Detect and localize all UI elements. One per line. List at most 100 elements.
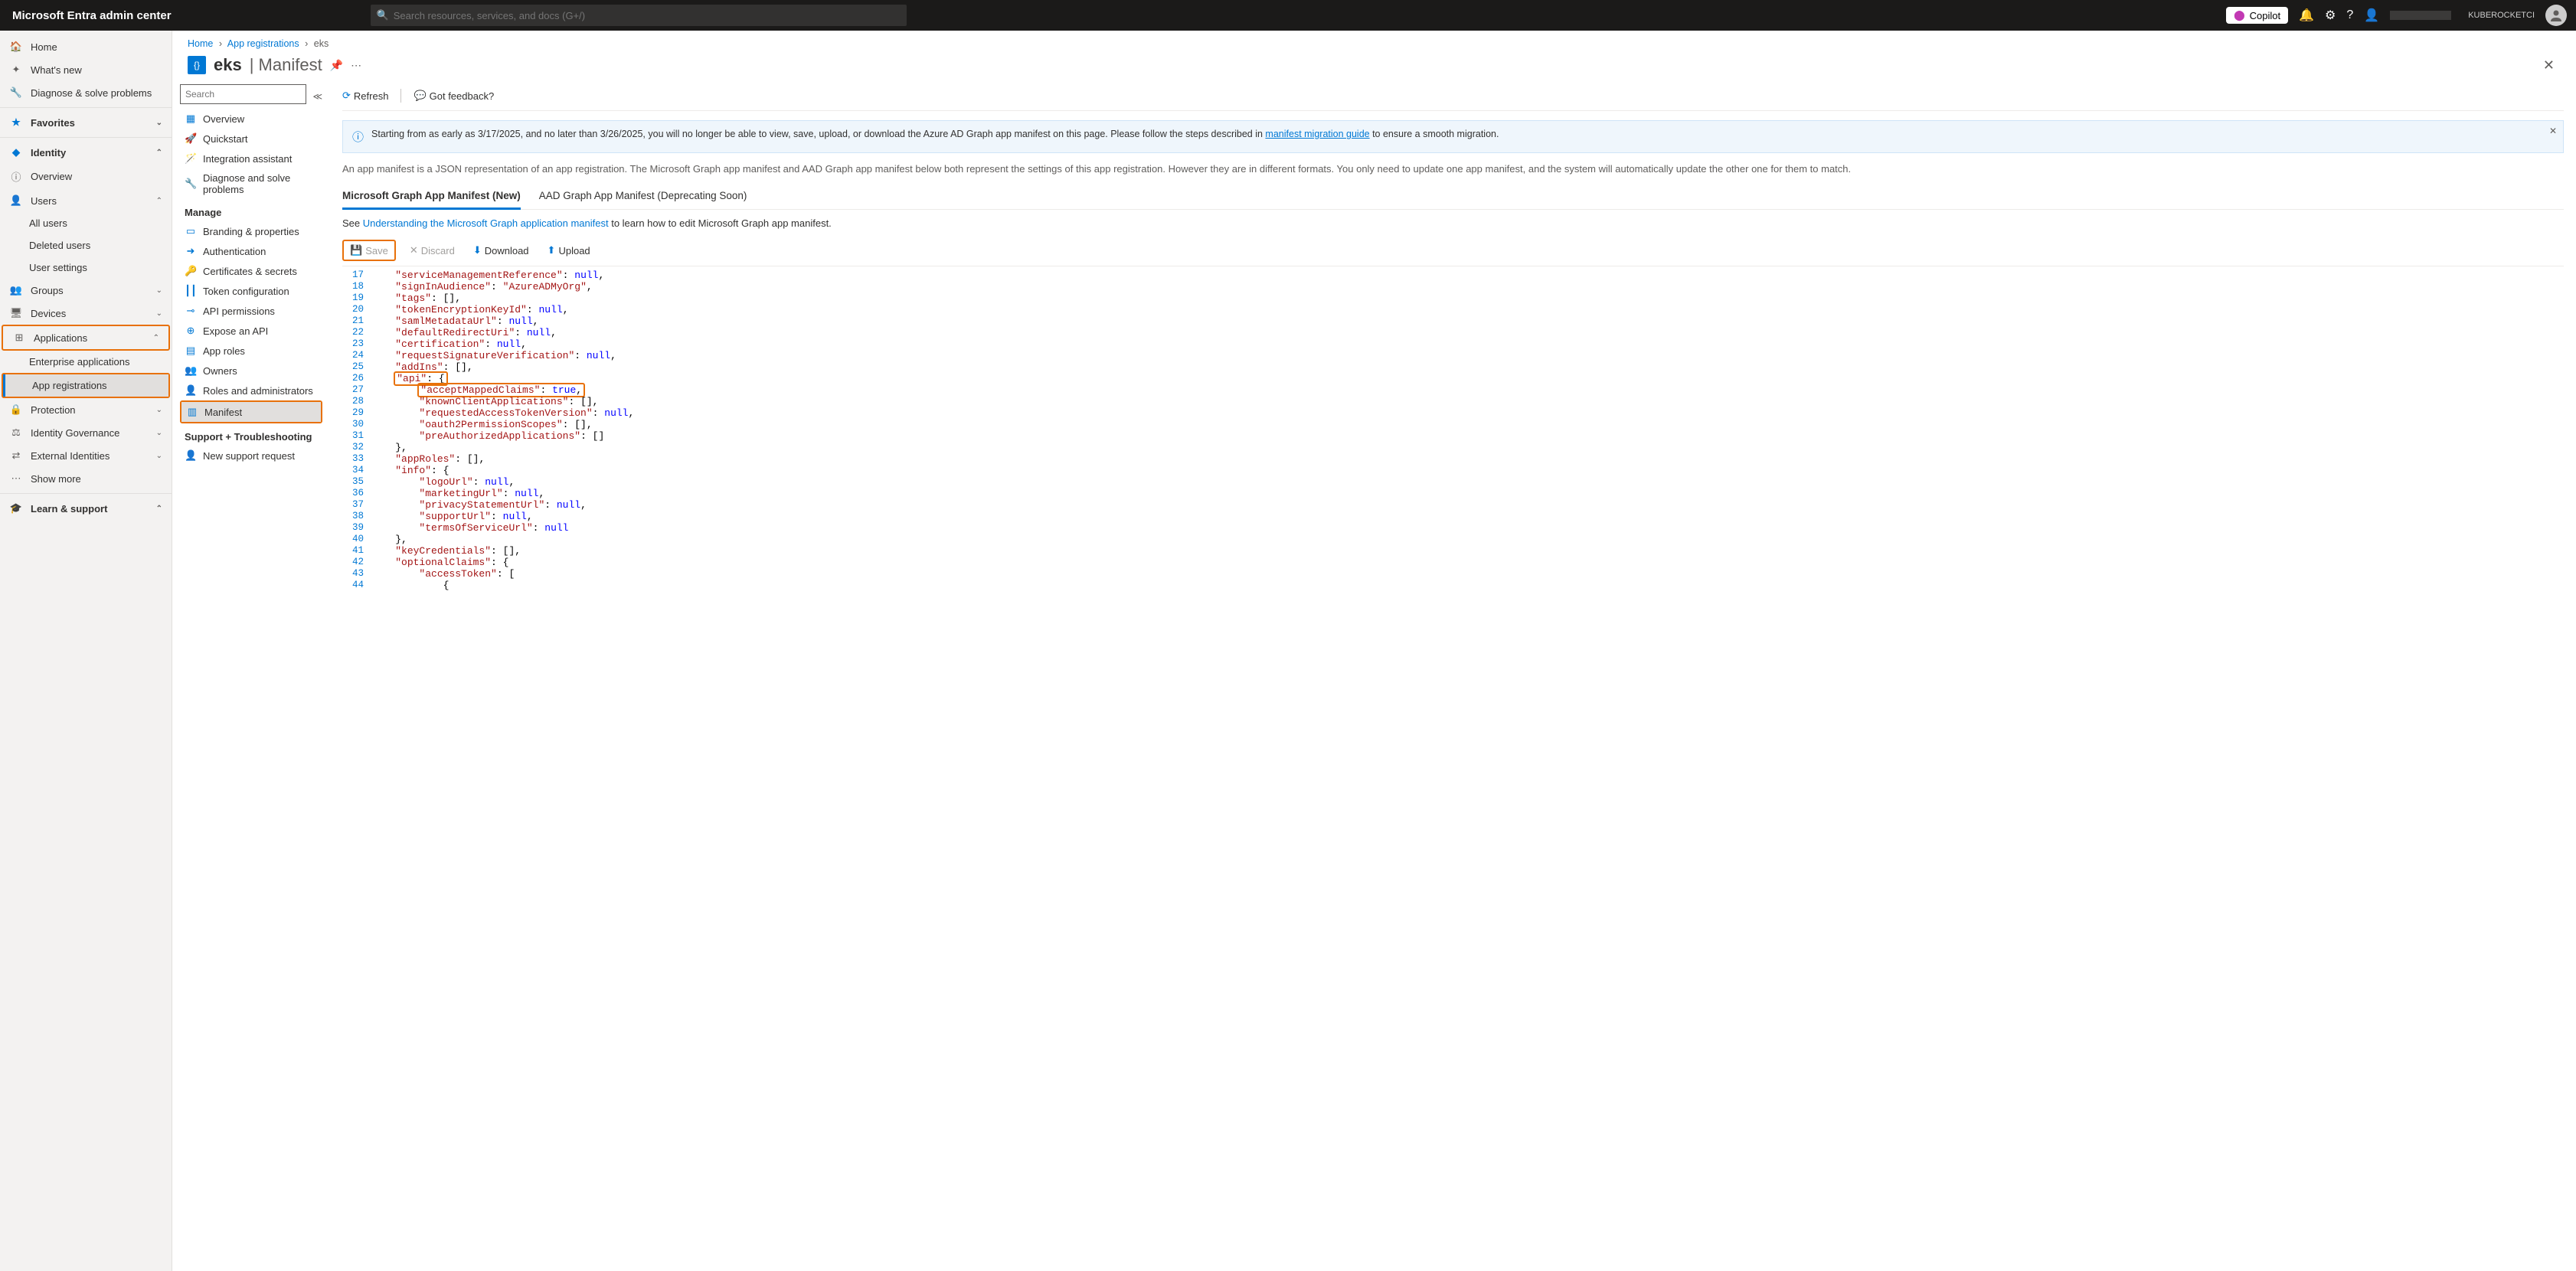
chevron-down-icon: ⌄: [156, 119, 162, 127]
help-icon[interactable]: ?: [2346, 8, 2353, 22]
nav-favorites[interactable]: ★Favorites⌄: [0, 111, 172, 134]
discard-icon: ✕: [410, 244, 418, 256]
nav-user-settings[interactable]: User settings: [0, 256, 172, 279]
resource-search-input[interactable]: [180, 84, 306, 104]
menu-api-permissions[interactable]: ⊸API permissions: [180, 301, 322, 321]
nav-applications[interactable]: ⊞Applications⌃: [3, 326, 168, 349]
sparkle-icon: ✦: [9, 64, 23, 76]
nav-protection[interactable]: 🔒Protection⌄: [0, 398, 172, 421]
line-number: 26: [342, 373, 371, 384]
nav-diagnose[interactable]: 🔧Diagnose & solve problems: [0, 81, 172, 104]
line-number: 35: [342, 476, 371, 488]
nav-learn-support[interactable]: 🎓Learn & support⌃: [0, 497, 172, 520]
admin-icon: 👤: [185, 384, 197, 397]
wand-icon: 🪄: [185, 152, 197, 165]
collapse-icon[interactable]: ≪: [312, 91, 322, 102]
feedback-icon[interactable]: 👤: [2364, 8, 2379, 23]
nav-show-more[interactable]: ⋯Show more: [0, 467, 172, 490]
code-line: 34 "info": {: [342, 465, 2564, 476]
code-line: 24 "requestSignatureVerification": null,: [342, 350, 2564, 361]
refresh-button[interactable]: ⟳Refresh: [342, 90, 388, 102]
notifications-icon[interactable]: 🔔: [2299, 8, 2314, 23]
menu-manifest[interactable]: ▥Manifest: [181, 402, 321, 422]
main-content: ⟳Refresh 💬Got feedback? ⓘ Starting from …: [330, 84, 2576, 1271]
feedback-button[interactable]: 💬Got feedback?: [414, 90, 494, 102]
nav-identity[interactable]: ◆Identity⌃: [0, 141, 172, 164]
support-icon: 👤: [185, 449, 197, 462]
nav-identity-governance[interactable]: ⚖Identity Governance⌄: [0, 421, 172, 444]
more-icon[interactable]: ⋯: [351, 59, 361, 72]
menu-expose-api[interactable]: ⊕Expose an API: [180, 321, 322, 341]
download-button[interactable]: ⬇Download: [469, 242, 534, 259]
menu-overview[interactable]: ▦Overview: [180, 109, 322, 129]
tenant-redacted: [2390, 11, 2451, 20]
menu-manage-heading: Manage: [180, 199, 322, 221]
token-icon: ┃┃: [185, 285, 197, 297]
dismiss-icon[interactable]: ✕: [2549, 126, 2557, 136]
ellipsis-icon: ⋯: [9, 472, 23, 485]
migration-guide-link[interactable]: manifest migration guide: [1265, 129, 1369, 139]
json-editor[interactable]: 17 "serviceManagementReference": null,18…: [342, 270, 2564, 1271]
api-icon: ⊸: [185, 305, 197, 317]
line-number: 17: [342, 270, 371, 281]
pin-icon[interactable]: 📌: [330, 59, 343, 72]
code-line: 21 "samlMetadataUrl": null,: [342, 315, 2564, 327]
nav-home[interactable]: 🏠Home: [0, 35, 172, 58]
nav-deleted-users[interactable]: Deleted users: [0, 234, 172, 256]
nav-whats-new[interactable]: ✦What's new: [0, 58, 172, 81]
line-number: 43: [342, 568, 371, 580]
menu-branding[interactable]: ▭Branding & properties: [180, 221, 322, 241]
nav-app-registrations[interactable]: App registrations: [3, 374, 168, 397]
nav-devices[interactable]: 🖥Devices⌄: [0, 302, 172, 325]
code-line: 20 "tokenEncryptionKeyId": null,: [342, 304, 2564, 315]
global-search[interactable]: 🔍: [371, 5, 907, 26]
discard-button[interactable]: ✕Discard: [405, 242, 459, 259]
close-icon[interactable]: ✕: [2543, 57, 2555, 74]
global-search-input[interactable]: [394, 10, 901, 21]
line-number: 28: [342, 396, 371, 407]
code-line: 32 },: [342, 442, 2564, 453]
learn-link[interactable]: Understanding the Microsoft Graph applic…: [363, 217, 609, 229]
nav-external-identities[interactable]: ⇄External Identities⌄: [0, 444, 172, 467]
save-button[interactable]: 💾Save: [345, 242, 393, 259]
line-number: 32: [342, 442, 371, 453]
nav-overview[interactable]: ⓘOverview: [0, 164, 172, 189]
line-number: 29: [342, 407, 371, 419]
tab-msgraph[interactable]: Microsoft Graph App Manifest (New): [342, 185, 521, 210]
code-line: 37 "privacyStatementUrl": null,: [342, 499, 2564, 511]
wrench-icon: 🔧: [185, 178, 197, 190]
chevron-down-icon: ⌄: [156, 309, 162, 318]
code-line: 42 "optionalClaims": {: [342, 557, 2564, 568]
menu-quickstart[interactable]: 🚀Quickstart: [180, 129, 322, 149]
menu-roles-admins[interactable]: 👤Roles and administrators: [180, 381, 322, 400]
menu-owners[interactable]: 👥Owners: [180, 361, 322, 381]
nav-groups[interactable]: 👥Groups⌄: [0, 279, 172, 302]
info-icon: ⓘ: [352, 129, 364, 145]
nav-users[interactable]: 👤Users⌃: [0, 189, 172, 212]
menu-certificates[interactable]: 🔑Certificates & secrets: [180, 261, 322, 281]
app-name: eks: [214, 55, 242, 75]
code-line: 26 "api": {: [342, 373, 2564, 384]
menu-authentication[interactable]: ➜Authentication: [180, 241, 322, 261]
app-icon: {}: [188, 56, 206, 74]
editor-toolbar: 💾Save ✕Discard ⬇Download ⬆Upload: [342, 240, 2564, 266]
settings-icon[interactable]: ⚙: [2325, 8, 2336, 23]
nav-all-users[interactable]: All users: [0, 212, 172, 234]
page-header: {} eks | Manifest 📌 ⋯ ✕: [172, 52, 2576, 84]
tab-aadgraph[interactable]: AAD Graph App Manifest (Deprecating Soon…: [539, 185, 747, 209]
menu-integration[interactable]: 🪄Integration assistant: [180, 149, 322, 168]
menu-token-config[interactable]: ┃┃Token configuration: [180, 281, 322, 301]
code-line: 22 "defaultRedirectUri": null,: [342, 327, 2564, 338]
breadcrumb-appreg[interactable]: App registrations: [227, 38, 299, 49]
menu-diagnose[interactable]: 🔧Diagnose and solve problems: [180, 168, 322, 199]
breadcrumb-home[interactable]: Home: [188, 38, 213, 49]
menu-app-roles[interactable]: ▤App roles: [180, 341, 322, 361]
chevron-up-icon: ⌃: [156, 197, 162, 205]
menu-new-support[interactable]: 👤New support request: [180, 446, 322, 466]
code-line: 19 "tags": [],: [342, 292, 2564, 304]
upload-button[interactable]: ⬆Upload: [543, 242, 595, 259]
line-number: 37: [342, 499, 371, 511]
avatar[interactable]: [2545, 5, 2567, 26]
nav-enterprise-apps[interactable]: Enterprise applications: [0, 351, 172, 373]
copilot-button[interactable]: ⬤ Copilot: [2226, 7, 2288, 24]
